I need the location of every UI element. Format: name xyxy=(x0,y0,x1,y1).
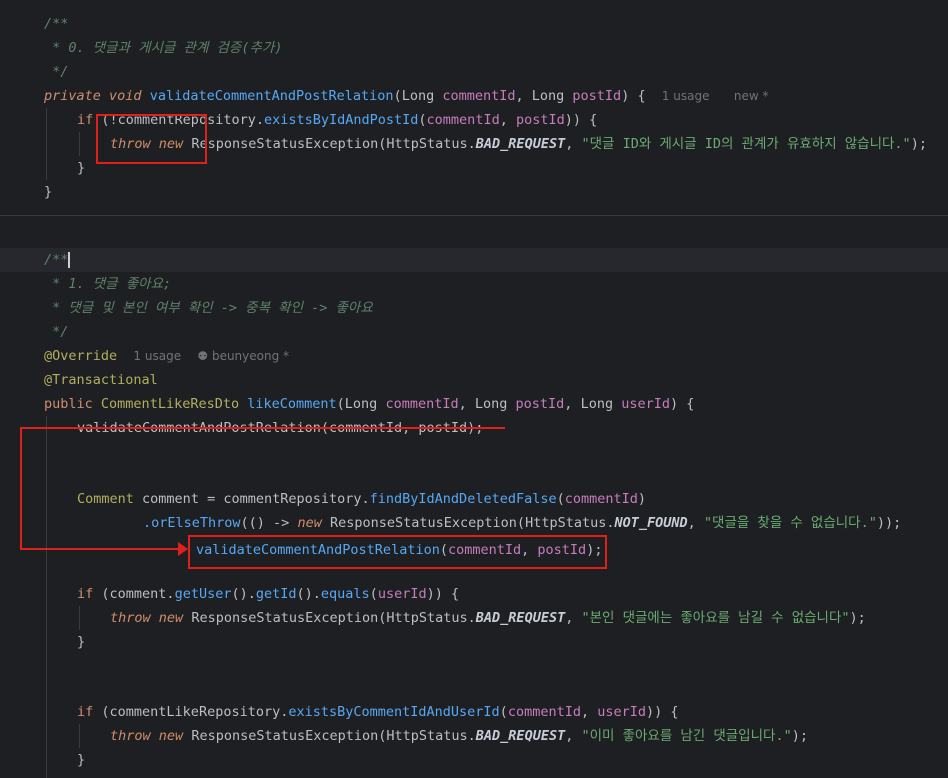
indent-guide xyxy=(79,132,80,156)
code-line-throw[interactable]: throw new ResponseStatusException(HttpSt… xyxy=(110,724,808,748)
indent-guide xyxy=(79,724,80,748)
doc-comment-line: * 댓글 및 본인 여부 확인 -> 중복 확인 -> 좋아요 xyxy=(44,300,373,316)
closing-brace: } xyxy=(77,160,86,176)
closing-brace: } xyxy=(77,752,86,768)
move-arrow-head-icon xyxy=(178,542,188,556)
author-hint[interactable]: ⚉ beunyeong * xyxy=(197,349,289,363)
method-separator xyxy=(0,215,948,216)
code-line-if-duplicate[interactable]: if (commentLikeRepository.existsByCommen… xyxy=(77,700,679,724)
doc-comment-line: /** xyxy=(44,252,71,268)
author-hint[interactable]: new * xyxy=(734,89,769,103)
text-caret xyxy=(68,252,71,268)
annotation-transactional[interactable]: @Transactional xyxy=(44,368,158,392)
code-line-or-else-throw[interactable]: .orElseThrow(() -> new ResponseStatusExc… xyxy=(143,511,901,535)
move-arrow-horizontal xyxy=(20,548,180,550)
usage-hint[interactable]: 1 usage xyxy=(662,89,710,103)
code-line-find-comment[interactable]: Comment comment = commentRepository.find… xyxy=(77,487,646,511)
closing-brace: } xyxy=(44,184,53,200)
indent-guide xyxy=(79,606,80,630)
method-signature-validate[interactable]: private void validateCommentAndPostRelat… xyxy=(44,84,769,108)
indent-guide xyxy=(46,416,47,778)
code-line-throw[interactable]: throw new ResponseStatusException(HttpSt… xyxy=(110,606,866,630)
moved-validate-call[interactable]: validateCommentAndPostRelation(commentId… xyxy=(196,538,602,562)
closing-brace: } xyxy=(77,634,86,650)
doc-comment-line: /** xyxy=(44,16,69,32)
move-arrow-vertical xyxy=(20,427,22,550)
usage-hint[interactable]: 1 usage xyxy=(133,349,181,363)
doc-comment-line: * 1. 댓글 좋아요; xyxy=(44,276,172,292)
doc-comment-line: */ xyxy=(44,64,69,80)
annotation-override[interactable]: @Override 1 usage ⚉ beunyeong * xyxy=(44,344,289,368)
editor-gutter xyxy=(0,0,36,778)
method-signature-like-comment[interactable]: public CommentLikeResDto likeComment(Lon… xyxy=(44,392,694,416)
doc-comment-line: */ xyxy=(44,324,69,340)
code-line-if-own-comment[interactable]: if (comment.getUser().getId().equals(use… xyxy=(77,582,459,606)
doc-comment-line: * 0. 댓글과 게시글 관계 검증(추가) xyxy=(44,40,283,56)
person-icon: ⚉ xyxy=(197,349,209,363)
strike-annotation-line xyxy=(20,427,505,429)
code-line-if-exists[interactable]: if (!commentRepository.existsByIdAndPost… xyxy=(77,108,597,132)
code-line-throw[interactable]: throw new ResponseStatusException(HttpSt… xyxy=(110,132,927,156)
current-line-highlight xyxy=(0,248,948,272)
indent-guide xyxy=(46,108,47,180)
